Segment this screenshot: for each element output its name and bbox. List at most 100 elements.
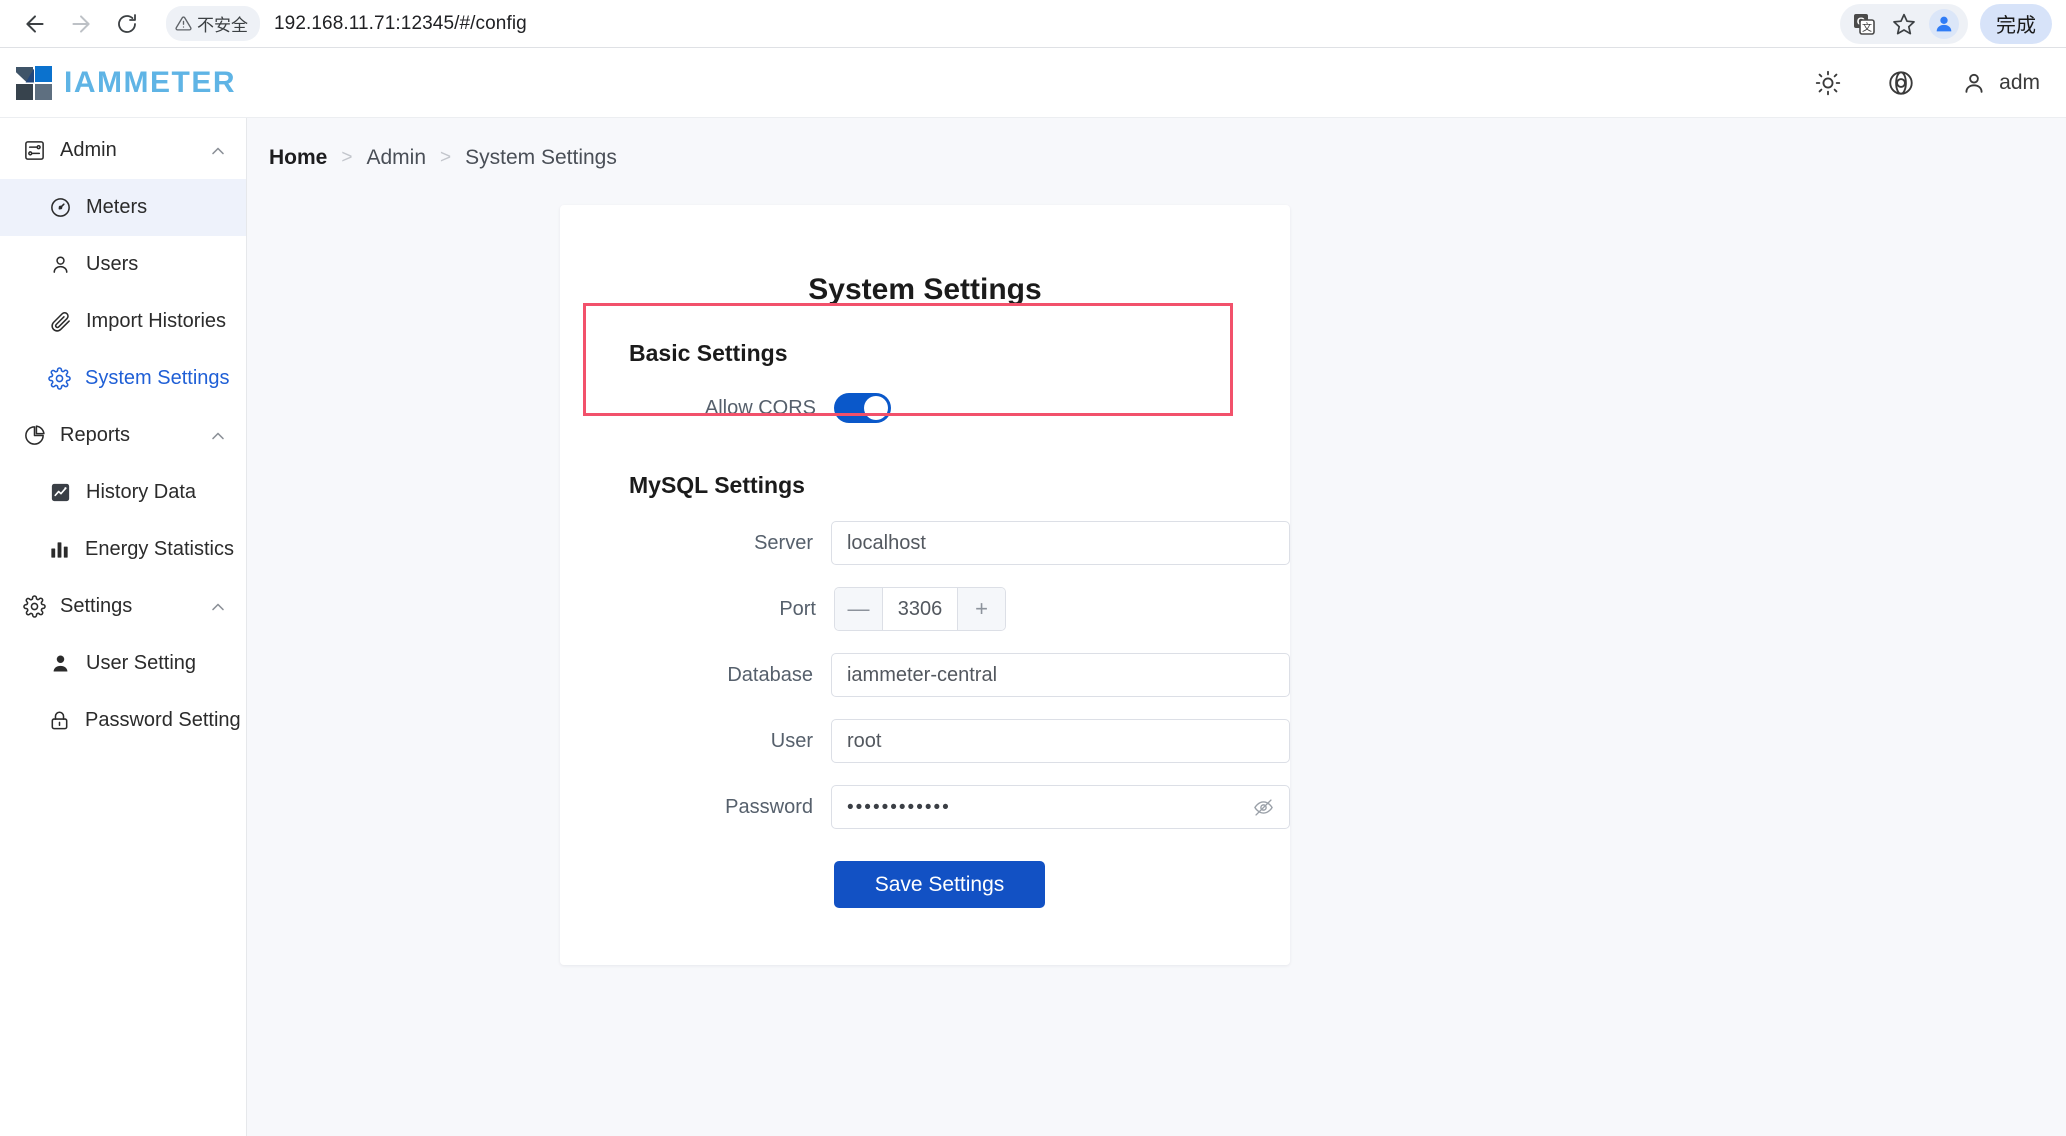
sidebar-item-password-setting[interactable]: Password Setting [0, 692, 246, 749]
done-button[interactable]: 完成 [1980, 3, 2052, 44]
breadcrumb-admin[interactable]: Admin [366, 146, 426, 170]
sidebar-item-meters[interactable]: Meters [0, 179, 246, 236]
sidebar-item-users[interactable]: Users [0, 236, 246, 293]
user-outline-icon [48, 253, 72, 276]
port-increment-button[interactable]: + [957, 588, 1005, 630]
pie-chart-icon [22, 424, 46, 447]
site-security-label: 不安全 [197, 16, 248, 35]
allow-cors-row: Allow CORS [560, 393, 1290, 423]
breadcrumb: Home > Admin > System Settings [247, 118, 2066, 170]
port-row: Port — 3306 + [560, 587, 1290, 631]
browser-action-chip-group: G 文 [1840, 3, 1968, 44]
browser-toolbar: 不安全 192.168.11.71:12345/#/config G 文 [0, 0, 2066, 48]
password-value: •••••••••••• [846, 796, 951, 818]
allow-cors-toggle[interactable] [834, 393, 891, 423]
sidebar-item-label: Users [86, 253, 139, 275]
eye-off-icon[interactable] [1253, 797, 1274, 818]
port-value[interactable]: 3306 [883, 598, 957, 621]
user-row: User root [560, 719, 1290, 763]
gauge-icon [48, 196, 72, 219]
breadcrumb-current: System Settings [465, 146, 617, 169]
back-button[interactable] [14, 3, 56, 45]
star-icon [1893, 13, 1915, 34]
toggle-knob [864, 396, 888, 420]
person-filled-icon [48, 652, 72, 675]
sidebar-group-settings[interactable]: Settings [0, 578, 246, 635]
sidebar-item-system-settings[interactable]: System Settings [0, 350, 246, 407]
user-icon [1965, 73, 1983, 93]
username-label: adm [1999, 70, 2040, 94]
allow-cors-label: Allow CORS [704, 396, 816, 419]
reload-button[interactable] [106, 3, 148, 45]
bar-chart-icon [48, 538, 71, 561]
user-menu[interactable]: adm [1961, 70, 2040, 96]
server-row: Server localhost [560, 521, 1290, 565]
breadcrumb-separator-icon: > [341, 147, 353, 168]
chevron-up-icon [208, 141, 228, 161]
lock-icon [48, 709, 71, 732]
sidebar-group-label: Settings [60, 595, 133, 617]
sidebar-group-reports[interactable]: Reports [0, 407, 246, 464]
gear-icon [48, 367, 71, 390]
save-settings-row: Save Settings [560, 861, 1290, 908]
breadcrumb-separator-icon: > [440, 147, 452, 168]
theme-toggle-button[interactable] [1815, 70, 1841, 96]
warning-triangle-icon [175, 16, 192, 31]
site-security-chip[interactable]: 不安全 [166, 6, 260, 41]
sidebar-item-energy-statistics[interactable]: Energy Statistics [0, 521, 246, 578]
sidebar-item-label: Meters [86, 196, 148, 218]
line-chart-icon [48, 481, 72, 504]
forward-button[interactable] [60, 3, 102, 45]
sidebar-navigation: Admin Meters Users Import Histories Syst… [0, 118, 247, 1136]
app-logo[interactable]: IAMMETER [16, 65, 236, 101]
translate-icon: G 文 [1854, 13, 1875, 35]
admin-panel-icon [22, 139, 46, 162]
sidebar-item-history-data[interactable]: History Data [0, 464, 246, 521]
bookmark-button[interactable] [1884, 4, 1924, 44]
database-value: iammeter-central [846, 663, 998, 686]
sidebar-group-label: Admin [60, 139, 117, 161]
chevron-up-icon [208, 426, 228, 446]
save-settings-button[interactable]: Save Settings [834, 861, 1045, 908]
password-label: Password [725, 795, 813, 818]
arrow-right-icon [72, 14, 90, 33]
port-decrement-button[interactable]: — [835, 588, 883, 630]
server-input[interactable]: localhost [830, 521, 1290, 565]
password-input[interactable]: •••••••••••• [830, 785, 1290, 829]
gear-icon [22, 595, 46, 618]
avatar-glyph-icon [1936, 16, 1952, 31]
browser-actions: G 文 完成 [1840, 3, 2052, 44]
page-title: System Settings [808, 273, 1042, 306]
header-actions: adm [1815, 69, 2040, 97]
main-content: Home > Admin > System Settings System Se… [247, 118, 2066, 1136]
port-label: Port [779, 597, 816, 620]
app-header: IAMMETER adm [0, 48, 2066, 118]
database-input[interactable]: iammeter-central [830, 653, 1290, 697]
user-label: User [770, 729, 813, 752]
reload-icon [118, 13, 136, 33]
database-label: Database [727, 663, 813, 686]
profile-button[interactable] [1924, 4, 1964, 44]
sidebar-group-admin[interactable]: Admin [0, 122, 246, 179]
address-bar[interactable]: 不安全 192.168.11.71:12345/#/config [166, 5, 1840, 42]
translate-button[interactable]: G 文 [1844, 4, 1884, 44]
sidebar-item-import-histories[interactable]: Import Histories [0, 293, 246, 350]
sidebar-item-user-setting[interactable]: User Setting [0, 635, 246, 692]
svg-text:文: 文 [1862, 21, 1872, 34]
language-button[interactable] [1887, 69, 1915, 97]
port-stepper[interactable]: — 3306 + [834, 587, 1006, 631]
sidebar-item-label: History Data [86, 481, 197, 503]
sidebar-group-label: Reports [60, 424, 131, 446]
server-value: localhost [846, 531, 926, 554]
breadcrumb-home[interactable]: Home [269, 146, 327, 170]
sidebar-item-label: User Setting [86, 652, 197, 674]
page-layout: Admin Meters Users Import Histories Syst… [0, 118, 2066, 1136]
user-input[interactable]: root [830, 719, 1290, 763]
sidebar-item-label: Import Histories [86, 310, 227, 332]
sidebar-item-label: System Settings [85, 367, 230, 389]
sun-icon [1815, 70, 1841, 95]
mysql-settings-heading: MySQL Settings [629, 472, 805, 498]
browser-nav-buttons [14, 3, 148, 45]
basic-settings-heading: Basic Settings [629, 340, 788, 366]
globe-icon [1889, 70, 1913, 95]
